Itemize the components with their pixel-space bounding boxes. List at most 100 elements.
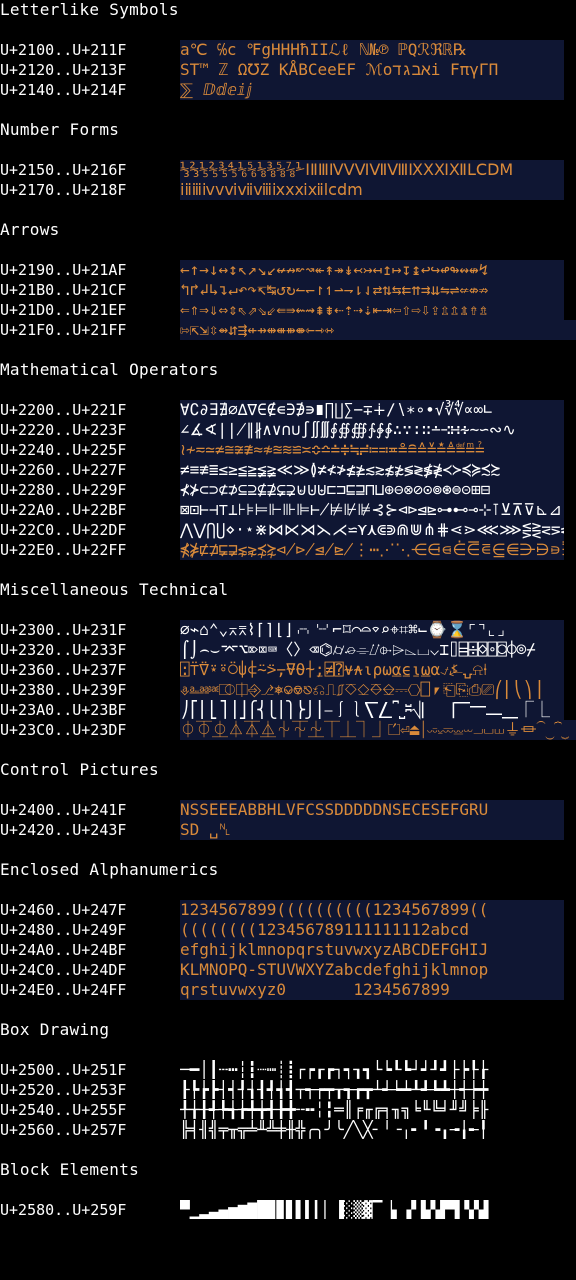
glyph-strip: ⇐⇑⇒⇓⇔⇕⇖⇗⇘⇙⇚⇛⇜⇝⇞⇟⇠⇡⇢⇣⇤⇥⇦⇧⇨⇩⇪⇫⇬⇭⇮⇯ <box>180 300 564 320</box>
glyph-strip: ┠┡┢┣┤┥┦┧┨┩┪┫┬┭┮┯┰┱┲┳┴┵┶┷┸┹┺┻┼┽┾┿ <box>180 1080 564 1100</box>
glyph-strip: ↰↱↲↳↴↵↶↷↸↹↺↻↼↽↾↿⇀⇁⇂⇃⇄⇅⇆⇇⇈⇉⇊⇋⇌⇍⇎⇏ <box>180 280 564 300</box>
range-label: U+2240..U+225F <box>0 441 127 459</box>
section-enclosed-alphanumerics: Enclosed Alphanumerics U+2460..U+247F 12… <box>0 860 576 1000</box>
range-label: U+21D0..U+21EF <box>0 301 127 319</box>
range-label: U+2140..U+214F <box>0 81 127 99</box>
range-label: U+21B0..U+21CF <box>0 281 127 299</box>
range-label: U+2320..U+233F <box>0 641 127 659</box>
section-letterlike-symbols: Letterlike Symbols U+2100..U+211F a℃ ℅c … <box>0 0 576 100</box>
glyph-row: U+2520..U+253F ┠┡┢┣┤┥┦┧┨┩┪┫┬┭┮┯┰┱┲┳┴┵┶┷┸… <box>0 1080 576 1100</box>
glyph-strip: qrstuvwxyz0 1234567899 <box>180 980 564 1000</box>
glyph-strip: NSSEEEABBHLVFCSSDDDDDNSECESEFGRU <box>180 800 564 820</box>
glyph-strip: ∀∁∂∃∄∅∆∇∈∉∊∋∌∍∎∏∐∑−∓∔∕∖∗∘∙√∛∜∝∞∟ <box>180 400 564 420</box>
glyph-strip: ⅓⅔⅕⅖⅗⅘⅙⅚⅛⅜⅝⅞⅟ⅠⅡⅢⅣⅤⅥⅦⅧⅨⅩⅪⅫⅬⅭⅮⅯ <box>180 160 564 180</box>
glyph-row: U+2170..U+218F ⅰⅱⅲⅳⅴⅵⅶⅷⅸⅹⅺⅻⅼⅽⅾⅿ <box>0 180 576 200</box>
glyph-strip: KLMNOPQ-STUVWXYZabcdefghijklmnop <box>180 960 564 980</box>
glyph-row: U+2120..U+213F ST™ ℤ Ω℧Z KÅBCeeEF ℳoאבגד… <box>0 60 576 80</box>
range-label: U+2300..U+231F <box>0 621 127 639</box>
section-block-elements: Block Elements U+2580..U+259F ▀▁▂▃▄▅▆▇█▉… <box>0 1160 576 1220</box>
glyph-strip: ─━│┃┄┅┆┇┈┉┊┋┌┍┎┏┐┑┒┓└┕┖┗┘┙┚┛├┝┞┟ <box>180 1060 564 1080</box>
glyph-row: U+2140..U+214F ⅀ ⅅⅆⅇⅈⅉ <box>0 80 576 100</box>
glyph-row: U+2540..U+255F ╀╁╂╃╄╅╆╇╈╉╊╋╌╍╎╏═║╒╓╔╕╖╗╘… <box>0 1100 576 1120</box>
range-label: U+2260..U+227F <box>0 461 127 479</box>
glyph-row: U+2560..U+257F ╠╡╢╣╤╥╦╧╨╩╪╫╬╭╮╯╰╱╲╳╴╵╶╷╸… <box>0 1120 576 1140</box>
glyph-row: U+2580..U+259F ▀▁▂▃▄▅▆▇█▉▊▋▌▍▎▏▐░▒▓▔▕▖▗▘… <box>0 1200 576 1220</box>
range-label: U+24C0..U+24DF <box>0 961 127 979</box>
range-label: U+24A0..U+24BF <box>0 941 127 959</box>
section-heading: Box Drawing <box>0 1020 110 1039</box>
range-label: U+2560..U+257F <box>0 1121 127 1139</box>
glyph-row: U+24E0..U+24FF qrstuvwxyz0 1234567899 <box>0 980 576 1000</box>
section-number-forms: Number Forms U+2150..U+216F ⅓⅔⅕⅖⅗⅘⅙⅚⅛⅜⅝⅞… <box>0 120 576 200</box>
glyph-row: U+21B0..U+21CF ↰↱↲↳↴↵↶↷↸↹↺↻↼↽↾↿⇀⇁⇂⇃⇄⇅⇆⇇⇈… <box>0 280 576 300</box>
glyph-strip: ⅰⅱⅲⅳⅴⅵⅶⅷⅸⅹⅺⅻⅼⅽⅾⅿ <box>180 180 564 200</box>
glyph-row: U+2420..U+243F SD ␣␤ <box>0 820 576 840</box>
range-label: U+22E0..U+22FF <box>0 541 127 559</box>
section-mathematical-operators: Mathematical Operators U+2200..U+221F ∀∁… <box>0 360 576 560</box>
range-label: U+2420..U+243F <box>0 821 127 839</box>
glyph-strip: ⎀⎁⎂⎃⎄⎅⎆⎇⎈⎉⎊⎋⎌⎍⎎⎏⎐⎑⎒⎓⎔⎕⎖⎗⎘⎙⎚⎛⎜⎝⎞⎟ <box>180 680 564 700</box>
glyph-strip: 1234567899((((((((((1234567899(( <box>180 900 564 920</box>
glyph-strip: ⎠⎡⎢⎣⎤⎥⎦⎧⎨⎩⎪⎫⎬⎭⎮⎯⎰⎱⎲⎳⎴⎵⎶⎷⎸⎹⎺⎻⎼⎽⎾⎿ <box>180 700 564 720</box>
glyph-strip: ⍠⍡⍢⍣⍤⍥⍦⍧⍨⍩⍪⍫⍬⍭⍮⍯⍰⍱⍲⍳⍴⍵⍶⍷⍸⍹⍺⍻⍼⍽⍾⍿ <box>180 660 564 680</box>
glyph-strip: ∠∡∢∣∤∥∦∧∨∩∪∫∬∭∮∯∰∱∲∳∴∵∶∷∸∹∺∻∼∽∾∿ <box>180 420 564 440</box>
glyph-row: U+2220..U+223F ∠∡∢∣∤∥∦∧∨∩∪∫∬∭∮∯∰∱∲∳∴∵∶∷∸… <box>0 420 576 440</box>
range-label: U+2120..U+213F <box>0 61 127 79</box>
range-label: U+21F0..U+21FF <box>0 321 127 339</box>
range-label: U+2190..U+21AF <box>0 261 127 279</box>
glyph-row: U+2320..U+233F ⌠⌡⌢⌣⌤⌥⌦⌧⌨〈〉⌫⌬⌭⌮⌯⌰⌱⌲⌳⌴⌵⌶⌷⌸… <box>0 640 576 660</box>
section-heading: Arrows <box>0 220 60 239</box>
glyph-row: U+2280..U+229F ⊀⊁⊂⊃⊄⊅⊆⊇⊈⊉⊊⊋⊌⊍⊎⊏⊐⊑⊒⊓⊔⊕⊖⊗⊘… <box>0 480 576 500</box>
range-label: U+2280..U+229F <box>0 481 127 499</box>
glyph-strip: ≀≁≂≃≄≅≆≇≈≉≊≋≌≍≎≏≐≑≒≓≔≕≖≗≘≙≚≛≜≝≞≟ <box>180 440 564 460</box>
glyph-strip: efghijklmnopqrstuvwxyzABCDEFGHIJ <box>180 940 564 960</box>
range-label: U+2170..U+218F <box>0 181 127 199</box>
range-label: U+23C0..U+23DF <box>0 721 127 739</box>
range-label: U+2520..U+253F <box>0 1081 127 1099</box>
range-label: U+2360..U+237F <box>0 661 127 679</box>
glyph-row: U+2150..U+216F ⅓⅔⅕⅖⅗⅘⅙⅚⅛⅜⅝⅞⅟ⅠⅡⅢⅣⅤⅥⅦⅧⅨⅩⅪⅫ… <box>0 160 576 180</box>
section-heading: Control Pictures <box>0 760 159 779</box>
glyph-strip: SD ␣␤ <box>180 820 564 840</box>
range-label: U+2100..U+211F <box>0 41 127 59</box>
range-label: U+2480..U+249F <box>0 921 127 939</box>
glyph-strip: ⌠⌡⌢⌣⌤⌥⌦⌧⌨〈〉⌫⌬⌭⌮⌯⌰⌱⌲⌳⌴⌵⌶⌷⌸⌹⌺⌻⌼⌽⌾⌿ <box>180 640 564 660</box>
glyph-strip: a℃ ℅c ℉gHHHħIIℒℓ ℕ№℗ ℙQℛℜℝ℞ <box>180 40 564 60</box>
glyph-row: U+2240..U+225F ≀≁≂≃≄≅≆≇≈≉≊≋≌≍≎≏≐≑≒≓≔≕≖≗≘… <box>0 440 576 460</box>
range-label: U+2460..U+247F <box>0 901 127 919</box>
glyph-row: U+21F0..U+21FF ⇰⇱⇲⇳⇴⇵⇶⇷⇸⇹⇺⇻⇼⇽⇾⇿ <box>0 320 576 340</box>
section-heading: Letterlike Symbols <box>0 0 179 19</box>
glyph-row: U+24C0..U+24DF KLMNOPQ-STUVWXYZabcdefghi… <box>0 960 576 980</box>
glyph-strip: ╀╁╂╃╄╅╆╇╈╉╊╋╌╍╎╏═║╒╓╔╕╖╗╘╙╚╛╜╝╞╟ <box>180 1100 564 1120</box>
range-label: U+22A0..U+22BF <box>0 501 127 519</box>
glyph-row: U+2360..U+237F ⍠⍡⍢⍣⍤⍥⍦⍧⍨⍩⍪⍫⍬⍭⍮⍯⍰⍱⍲⍳⍴⍵⍶⍷⍸… <box>0 660 576 680</box>
glyph-row: U+2460..U+247F 1234567899((((((((((12345… <box>0 900 576 920</box>
section-heading: Mathematical Operators <box>0 360 219 379</box>
section-box-drawing: Box Drawing U+2500..U+251F ─━│┃┄┅┆┇┈┉┊┋┌… <box>0 1020 576 1140</box>
glyph-strip: ST™ ℤ Ω℧Z KÅBCeeEF ℳoאבגדi FπγΓΠ <box>180 60 564 80</box>
glyph-row: U+22A0..U+22BF ⊠⊡⊢⊣⊤⊥⊦⊧⊨⊩⊪⊫⊬⊭⊮⊯⊰⊱⊲⊳⊴⊵⊶⊷⊸… <box>0 500 576 520</box>
range-label: U+2540..U+255F <box>0 1101 127 1119</box>
range-label: U+23A0..U+23BF <box>0 701 127 719</box>
glyph-strip: ╠╡╢╣╤╥╦╧╨╩╪╫╬╭╮╯╰╱╲╳╴╵╶╷╸╹╺╻╼╽╾╿ <box>180 1120 564 1140</box>
glyph-row: U+2480..U+249F ((((((((12345678911111111… <box>0 920 576 940</box>
glyph-row: U+2190..U+21AF ←↑→↓↔↕↖↗↘↙↚↛↜↝↞↟↠↡↢↣↤↥↦↧↨… <box>0 260 576 280</box>
glyph-row: U+2300..U+231F ⌀⌁⌂⌃⌄⌅⌆⌇⌈⌉⌊⌋⌌⌍⌎⌏⌐⌑⌒⌓⌔⌕⌖⌗⌘… <box>0 620 576 640</box>
range-label: U+2220..U+223F <box>0 421 127 439</box>
glyph-strip: ←↑→↓↔↕↖↗↘↙↚↛↜↝↞↟↠↡↢↣↤↥↦↧↨↩↪↫↬↭↮↯ <box>180 260 564 280</box>
range-label: U+24E0..U+24FF <box>0 981 127 999</box>
glyph-row: U+2200..U+221F ∀∁∂∃∄∅∆∇∈∉∊∋∌∍∎∏∐∑−∓∔∕∖∗∘… <box>0 400 576 420</box>
unicode-chart-page: Letterlike Symbols U+2100..U+211F a℃ ℅c … <box>0 0 576 1240</box>
glyph-row: U+23A0..U+23BF ⎠⎡⎢⎣⎤⎥⎦⎧⎨⎩⎪⎫⎬⎭⎮⎯⎰⎱⎲⎳⎴⎵⎶⎷⎸… <box>0 700 576 720</box>
glyph-row: U+2260..U+227F ≠≡≢≣≤≥≦≧≨≩≪≫≬≭≮≯≰≱≲≳≴≵≶≷≸… <box>0 460 576 480</box>
glyph-row: U+22C0..U+22DF ⋀⋁⋂⋃⋄⋅⋆⋇⋈⋉⋊⋋⋌⋍⋎⋏⋐⋑⋒⋓⋔⋕⋖⋗⋘… <box>0 520 576 540</box>
section-control-pictures: Control Pictures U+2400..U+241F NSSEEEAB… <box>0 760 576 840</box>
range-label: U+2150..U+216F <box>0 161 127 179</box>
range-label: U+2380..U+239F <box>0 681 127 699</box>
glyph-row: U+2400..U+241F NSSEEEABBHLVFCSSDDDDDNSEC… <box>0 800 576 820</box>
glyph-row: U+24A0..U+24BF efghijklmnopqrstuvwxyzABC… <box>0 940 576 960</box>
range-label: U+22C0..U+22DF <box>0 521 127 539</box>
glyph-strip: ⋠⋡⋢⋣⋤⋥⋦⋧⋨⋩⋪⋫⋬⋭⋮⋯⋰⋱⋲⋳⋴⋵⋶⋷⋸⋹⋺⋻⋼⋽⋾⋿ <box>180 540 564 560</box>
glyph-strip: ⌀⌁⌂⌃⌄⌅⌆⌇⌈⌉⌊⌋⌌⌍⌎⌏⌐⌑⌒⌓⌔⌕⌖⌗⌘⌙⌚⌛⌜⌝⌞⌟ <box>180 620 564 640</box>
section-heading: Enclosed Alphanumerics <box>0 860 219 879</box>
